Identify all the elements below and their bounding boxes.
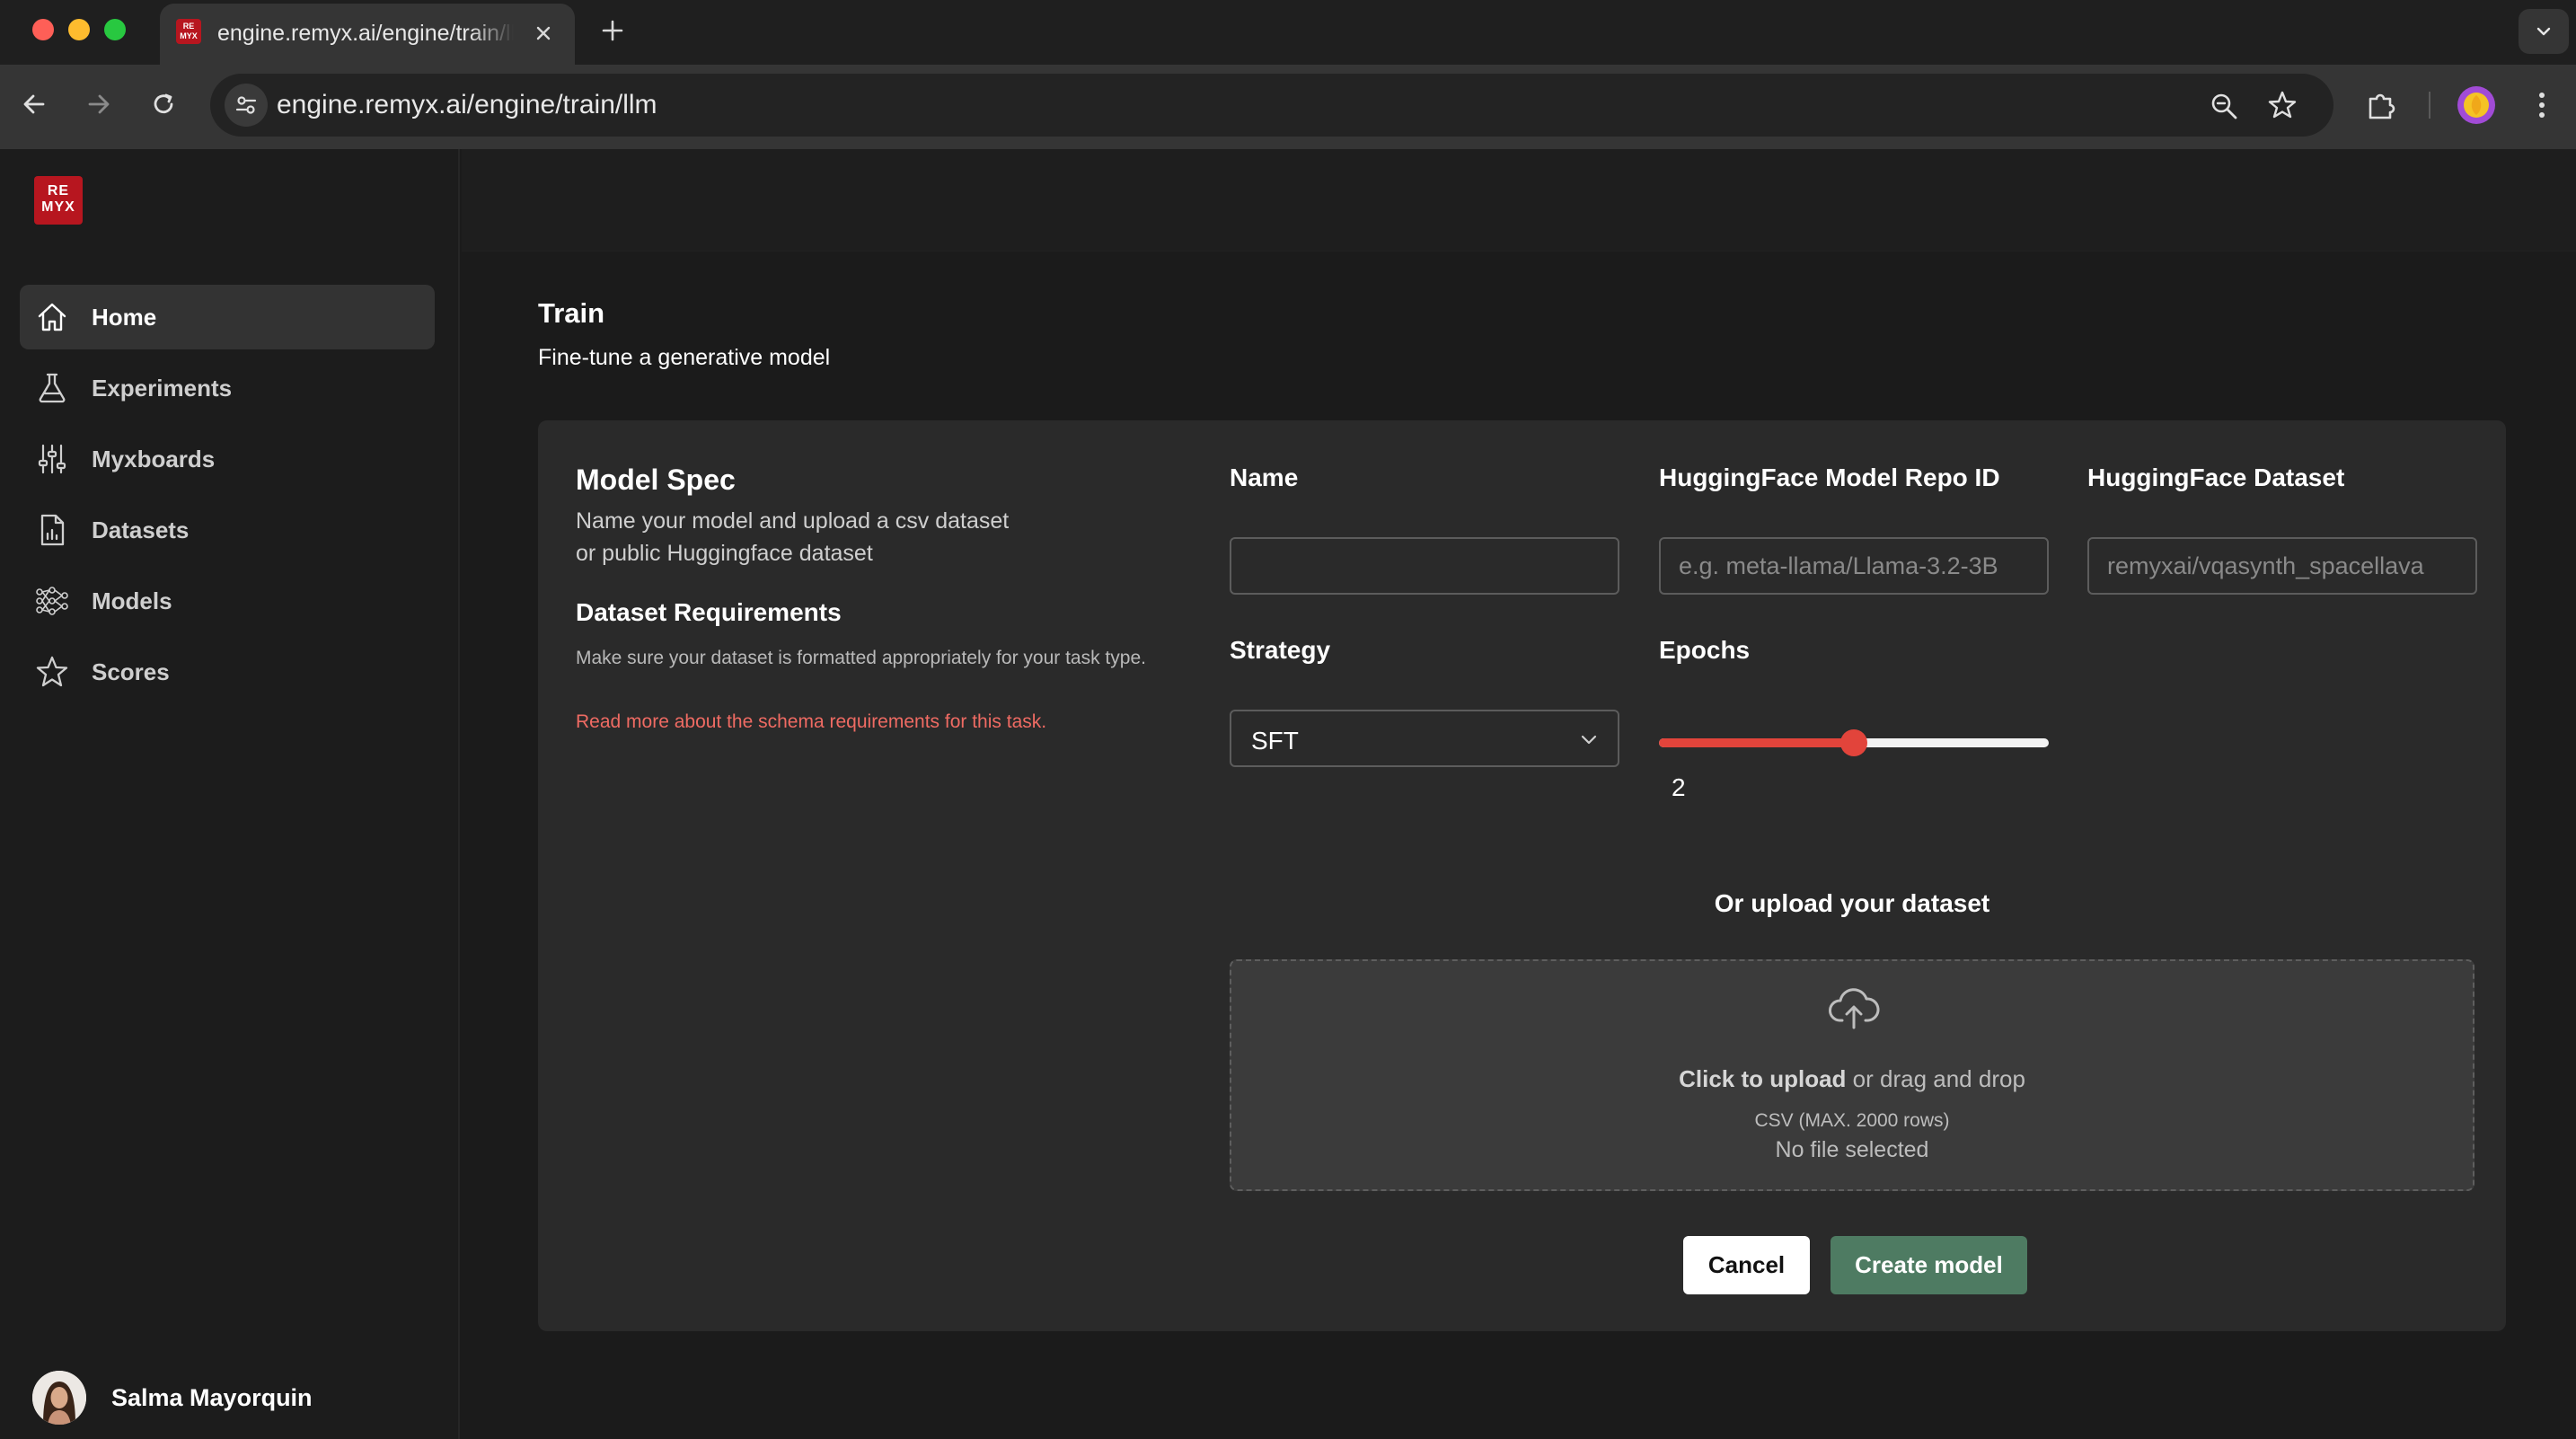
strategy-selected-value: SFT <box>1251 727 1299 755</box>
site-info-button[interactable] <box>225 84 268 127</box>
bookmark-star-icon[interactable] <box>2267 90 2298 120</box>
hf-dataset-input[interactable] <box>2087 537 2477 595</box>
sidebar-item-label: Datasets <box>92 516 190 543</box>
address-bar[interactable]: engine.remyx.ai/engine/train/llm <box>210 74 2333 137</box>
section-description: Name your model and upload a csv dataset… <box>576 505 1079 569</box>
avatar <box>32 1371 86 1425</box>
zoom-icon[interactable] <box>2210 92 2238 120</box>
remyx-logo[interactable]: RE MYX <box>34 176 83 225</box>
slider-thumb[interactable] <box>1840 729 1867 756</box>
section-title: Model Spec <box>576 463 736 496</box>
file-dropzone[interactable]: Click to upload or drag and drop CSV (MA… <box>1230 959 2475 1191</box>
cloud-upload-icon <box>1829 988 1880 1029</box>
browser-tab[interactable]: RE MYX engine.remyx.ai/engine/train/llm <box>160 4 575 65</box>
toolbar-divider <box>2429 92 2430 119</box>
requirements-description: Make sure your dataset is formatted appr… <box>576 648 1146 668</box>
epochs-value: 2 <box>1672 773 1686 801</box>
browser-toolbar: engine.remyx.ai/engine/train/llm <box>0 65 2576 149</box>
hf-dataset-label: HuggingFace Dataset <box>2087 463 2345 491</box>
chevron-down-icon <box>1581 735 1597 745</box>
sidebar-item-label: Models <box>92 587 172 614</box>
user-portrait-icon <box>32 1371 86 1425</box>
sidebar-item-label: Scores <box>92 658 170 685</box>
model-spec-form: Model Spec Name your model and upload a … <box>538 420 2506 1331</box>
strategy-label: Strategy <box>1230 636 1331 664</box>
page-subtitle: Fine-tune a generative model <box>538 345 831 370</box>
description-line: or public Huggingface dataset <box>576 541 873 566</box>
browser-tab-bar: RE MYX engine.remyx.ai/engine/train/llm <box>0 0 2576 65</box>
description-line: Name your model and upload a csv dataset <box>576 508 1010 534</box>
more-vertical-icon[interactable] <box>2531 88 2553 122</box>
page-title: Train <box>538 297 605 329</box>
click-to-upload-link[interactable]: Click to upload <box>1679 1065 1846 1092</box>
tab-favicon-icon: RE MYX <box>176 19 201 44</box>
create-model-button[interactable]: Create model <box>1831 1236 2027 1294</box>
sidebar-item-label: Home <box>92 304 157 331</box>
sidebar-item-myxboards[interactable]: Myxboards <box>20 427 435 491</box>
tab-search-button[interactable] <box>2519 9 2569 54</box>
forward-icon[interactable] <box>81 86 117 122</box>
user-profile[interactable]: Salma Mayorquin <box>32 1371 410 1425</box>
window-close-button[interactable] <box>32 19 54 40</box>
name-label: Name <box>1230 463 1299 491</box>
profile-face-icon <box>2464 93 2489 118</box>
tab-close-icon[interactable] <box>530 20 557 47</box>
upload-file-hint: CSV (MAX. 2000 rows) <box>1754 1110 1950 1131</box>
document-chart-icon <box>40 514 65 546</box>
sidebar-item-label: Myxboards <box>92 446 216 472</box>
repo-id-input[interactable] <box>1659 537 2049 595</box>
top-header <box>462 149 2576 252</box>
reload-icon[interactable] <box>146 86 181 122</box>
window-zoom-button[interactable] <box>104 19 126 40</box>
slider-fill <box>1659 738 1854 747</box>
url-text[interactable]: engine.remyx.ai/engine/train/llm <box>277 88 657 122</box>
sidebar: RE MYX Home Experiments Myxboards Datase… <box>0 149 460 1439</box>
sidebar-item-models[interactable]: Models <box>20 569 435 633</box>
extensions-icon[interactable] <box>2364 88 2398 122</box>
sidebar-item-experiments[interactable]: Experiments <box>20 356 435 420</box>
sliders-icon <box>38 444 66 474</box>
back-icon[interactable] <box>16 86 52 122</box>
sidebar-item-datasets[interactable]: Datasets <box>20 498 435 562</box>
repo-id-label: HuggingFace Model Repo ID <box>1659 463 2000 491</box>
upload-heading: Or upload your dataset <box>1714 889 1990 917</box>
schema-requirements-link[interactable]: Read more about the schema requirements … <box>576 710 1046 735</box>
tune-icon <box>235 96 257 114</box>
sidebar-item-label: Experiments <box>92 375 233 402</box>
drag-drop-text: or drag and drop <box>1846 1065 2025 1092</box>
window-minimize-button[interactable] <box>68 19 90 40</box>
user-name: Salma Mayorquin <box>111 1384 313 1411</box>
network-icon <box>36 587 68 615</box>
epochs-slider[interactable] <box>1659 729 2049 756</box>
tab-title: engine.remyx.ai/engine/train/llm <box>217 21 514 46</box>
star-icon <box>36 656 68 687</box>
home-icon <box>38 303 66 331</box>
requirements-title: Dataset Requirements <box>576 598 842 626</box>
upload-file-status: No file selected <box>1775 1137 1929 1162</box>
sidebar-item-scores[interactable]: Scores <box>20 640 435 704</box>
upload-instructions: Click to upload or drag and drop <box>1231 1064 2473 1094</box>
strategy-select[interactable]: SFT <box>1230 710 1619 767</box>
cancel-button[interactable]: Cancel <box>1683 1236 1810 1294</box>
chevron-down-icon <box>2536 27 2551 36</box>
profile-avatar-icon[interactable] <box>2457 86 2495 124</box>
main-content: Train Fine-tune a generative model Model… <box>462 149 2576 1439</box>
flask-icon <box>39 373 66 403</box>
new-tab-icon[interactable] <box>596 14 629 47</box>
epochs-label: Epochs <box>1659 636 1751 664</box>
sidebar-item-home[interactable]: Home <box>20 285 435 349</box>
name-input[interactable] <box>1230 537 1619 595</box>
